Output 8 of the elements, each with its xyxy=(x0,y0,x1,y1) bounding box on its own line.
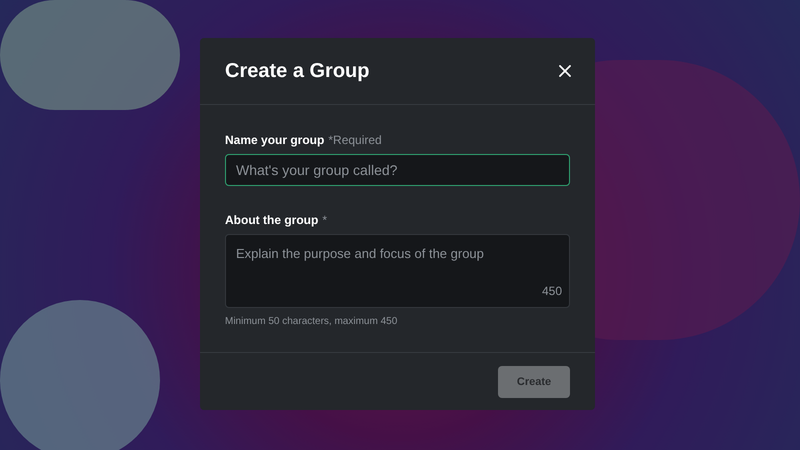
helper-text: Minimum 50 characters, maximum 450 xyxy=(225,315,398,329)
required-note: * xyxy=(322,212,327,229)
input-field[interactable]: What's your group called? xyxy=(225,154,570,186)
field-label: Name your group xyxy=(225,132,324,149)
required-note: *Required xyxy=(328,132,382,149)
field-label: About the group xyxy=(225,212,318,229)
dialog-title: Create a Group xyxy=(225,59,370,84)
character-counter: 450 xyxy=(542,283,562,300)
